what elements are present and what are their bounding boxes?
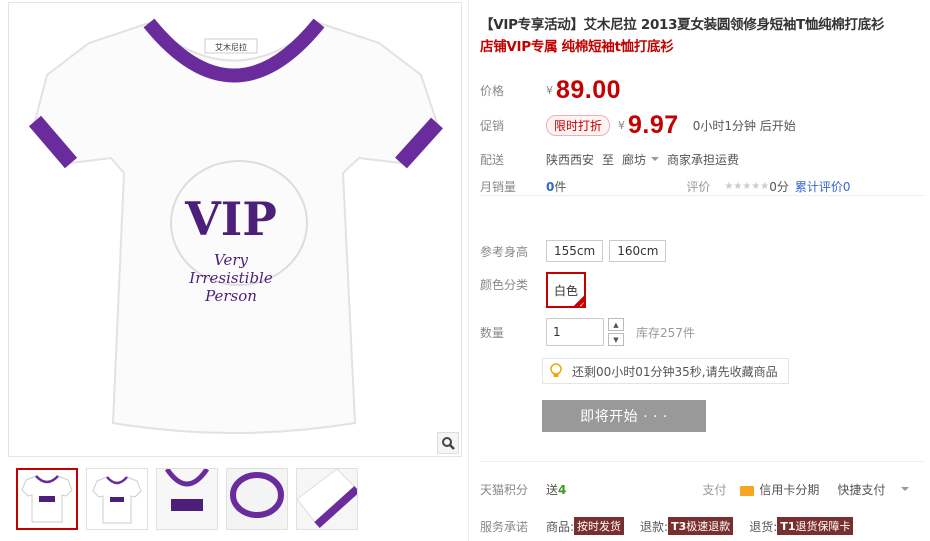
- shirt-print-vip: VIP: [184, 192, 277, 246]
- product-info-panel: 【VIP专享活动】艾木尼拉 2013夏女装圆领修身短袖T恤纯棉打底衫 店铺VIP…: [480, 14, 925, 541]
- chevron-down-icon[interactable]: [901, 486, 910, 491]
- selected-check-icon: [573, 295, 585, 309]
- service-return-label: 退货:: [749, 519, 778, 534]
- points-prefix: 送: [546, 483, 559, 497]
- shirt-print-line2: Very: [214, 251, 249, 269]
- decrement-icon[interactable]: ▼: [608, 333, 624, 346]
- chevron-down-icon[interactable]: [651, 156, 660, 161]
- color-row: 颜色分类 白色: [480, 272, 586, 309]
- thumbnail-3[interactable]: [156, 468, 218, 530]
- promo-row: 促销 限时打折 ¥ 9.97 0小时1分钟 后开始: [480, 111, 796, 140]
- shirt-print-line3: Irresistible: [188, 269, 273, 287]
- coming-soon-button[interactable]: 即将开始 · · ·: [542, 400, 706, 432]
- promo-countdown: 0小时1分钟 后开始: [692, 119, 796, 133]
- service-row: 服务承诺 商品: 按时发货 退款: T3极速退款 退货: T1退货保障卡: [480, 517, 854, 535]
- badge-code: T3: [671, 520, 687, 533]
- price-row: 价格 ¥ 89.00: [480, 76, 621, 105]
- reviews-link[interactable]: 累计评价: [795, 178, 843, 195]
- shirt-print-line4: Person: [204, 287, 257, 305]
- increment-icon[interactable]: ▲: [608, 318, 624, 331]
- rating-stars: ★★★★★: [724, 181, 770, 192]
- badge-text: 退货保障卡: [795, 520, 851, 533]
- thumbnail-1[interactable]: [16, 468, 78, 530]
- quantity-label: 数量: [480, 325, 505, 340]
- price-label: 价格: [480, 84, 505, 98]
- quantity-row: 数量 ▲ ▼ 库存257件: [480, 318, 695, 346]
- divider: [480, 195, 925, 196]
- color-label: 颜色分类: [480, 278, 529, 292]
- points-row: 天猫积分 送 4 支付 信用卡分期 快捷支付: [480, 481, 917, 498]
- height-label: 参考身高: [480, 244, 529, 259]
- reviews-count[interactable]: 0: [843, 180, 851, 194]
- shipping-note: 商家承担运费: [667, 153, 740, 167]
- main-product-image[interactable]: 艾木尼拉 VIP Very Irresistible Person: [8, 2, 462, 457]
- tshirt-illustration: 艾木尼拉 VIP Very Irresistible Person: [28, 18, 443, 434]
- divider: [480, 461, 925, 462]
- reminder-tip: 还剩00小时01分钟35秒,请先收藏商品: [542, 358, 789, 384]
- product-gallery: 艾木尼拉 VIP Very Irresistible Person: [8, 2, 462, 538]
- quantity-stepper: ▲ ▼: [608, 318, 624, 346]
- reminder-text: 还剩00小时01分钟35秒,请先收藏商品: [572, 364, 778, 379]
- points-value: 4: [558, 482, 567, 497]
- ship-from: 陕西西安: [546, 153, 595, 167]
- currency-symbol: ¥: [546, 84, 553, 97]
- thumbnail-strip: [16, 468, 358, 530]
- installment-option[interactable]: 信用卡分期: [759, 481, 819, 498]
- sales-count: 0: [546, 179, 555, 194]
- zoom-icon[interactable]: [437, 432, 459, 454]
- quick-pay-option[interactable]: 快捷支付: [837, 481, 885, 498]
- original-price: 89.00: [556, 76, 622, 104]
- product-title: 【VIP专享活动】艾木尼拉 2013夏女装圆领修身短袖T恤纯棉打底衫: [480, 17, 885, 33]
- review-label: 评价: [686, 180, 711, 194]
- promo-badge: 限时打折: [546, 115, 611, 136]
- reminder-row: 还剩00小时01分钟35秒,请先收藏商品: [542, 358, 789, 384]
- promo-label: 促销: [480, 119, 505, 133]
- color-option-white[interactable]: 白色: [546, 272, 586, 309]
- return-guarantee-badge[interactable]: T1退货保障卡: [777, 517, 854, 535]
- service-label: 服务承诺: [480, 519, 529, 534]
- ship-to-word: 至: [602, 153, 615, 167]
- height-option-160[interactable]: 160cm: [609, 240, 667, 262]
- product-subtitle: 店铺VIP专属 纯棉短袖t恤打底衫: [480, 39, 674, 55]
- service-goods-label: 商品:: [546, 519, 575, 534]
- quantity-input[interactable]: [546, 318, 604, 346]
- service-refund-label: 退款:: [640, 519, 669, 534]
- shipping-label: 配送: [480, 153, 505, 167]
- thumbnail-4[interactable]: [226, 468, 288, 530]
- collar-label: 艾木尼拉: [215, 42, 247, 52]
- height-option-155[interactable]: 155cm: [546, 240, 604, 262]
- badge-code: T1: [780, 520, 796, 533]
- sales-row: 月销量 0 件 评价 ★★★★★ 0分 累计评价 0: [480, 178, 851, 195]
- promo-price: 9.97: [628, 111, 679, 139]
- shipping-row: 配送 陕西西安 至 廊坊 商家承担运费: [480, 151, 739, 168]
- thumbnail-5[interactable]: [296, 468, 358, 530]
- sales-label: 月销量: [480, 180, 517, 194]
- points-label: 天猫积分: [480, 483, 529, 497]
- ship-destination-select[interactable]: 廊坊: [622, 151, 646, 168]
- panel-separator: [468, 0, 469, 541]
- currency-symbol: ¥: [618, 119, 626, 132]
- payment-label: 支付: [702, 483, 727, 497]
- height-row: 参考身高 155cm 160cm: [480, 240, 672, 262]
- stock-count: 库存257件: [636, 325, 695, 340]
- fast-refund-badge[interactable]: T3极速退款: [668, 517, 734, 535]
- on-time-delivery-badge[interactable]: 按时发货: [574, 517, 625, 535]
- credit-card-icon: [740, 485, 755, 496]
- buy-row: 即将开始 · · ·: [542, 400, 706, 432]
- sales-unit: 件: [554, 180, 567, 194]
- thumbnail-2[interactable]: [86, 468, 148, 530]
- lightbulb-icon: [550, 363, 562, 377]
- rating-score: 0分: [769, 180, 789, 194]
- badge-text: 极速退款: [686, 520, 731, 533]
